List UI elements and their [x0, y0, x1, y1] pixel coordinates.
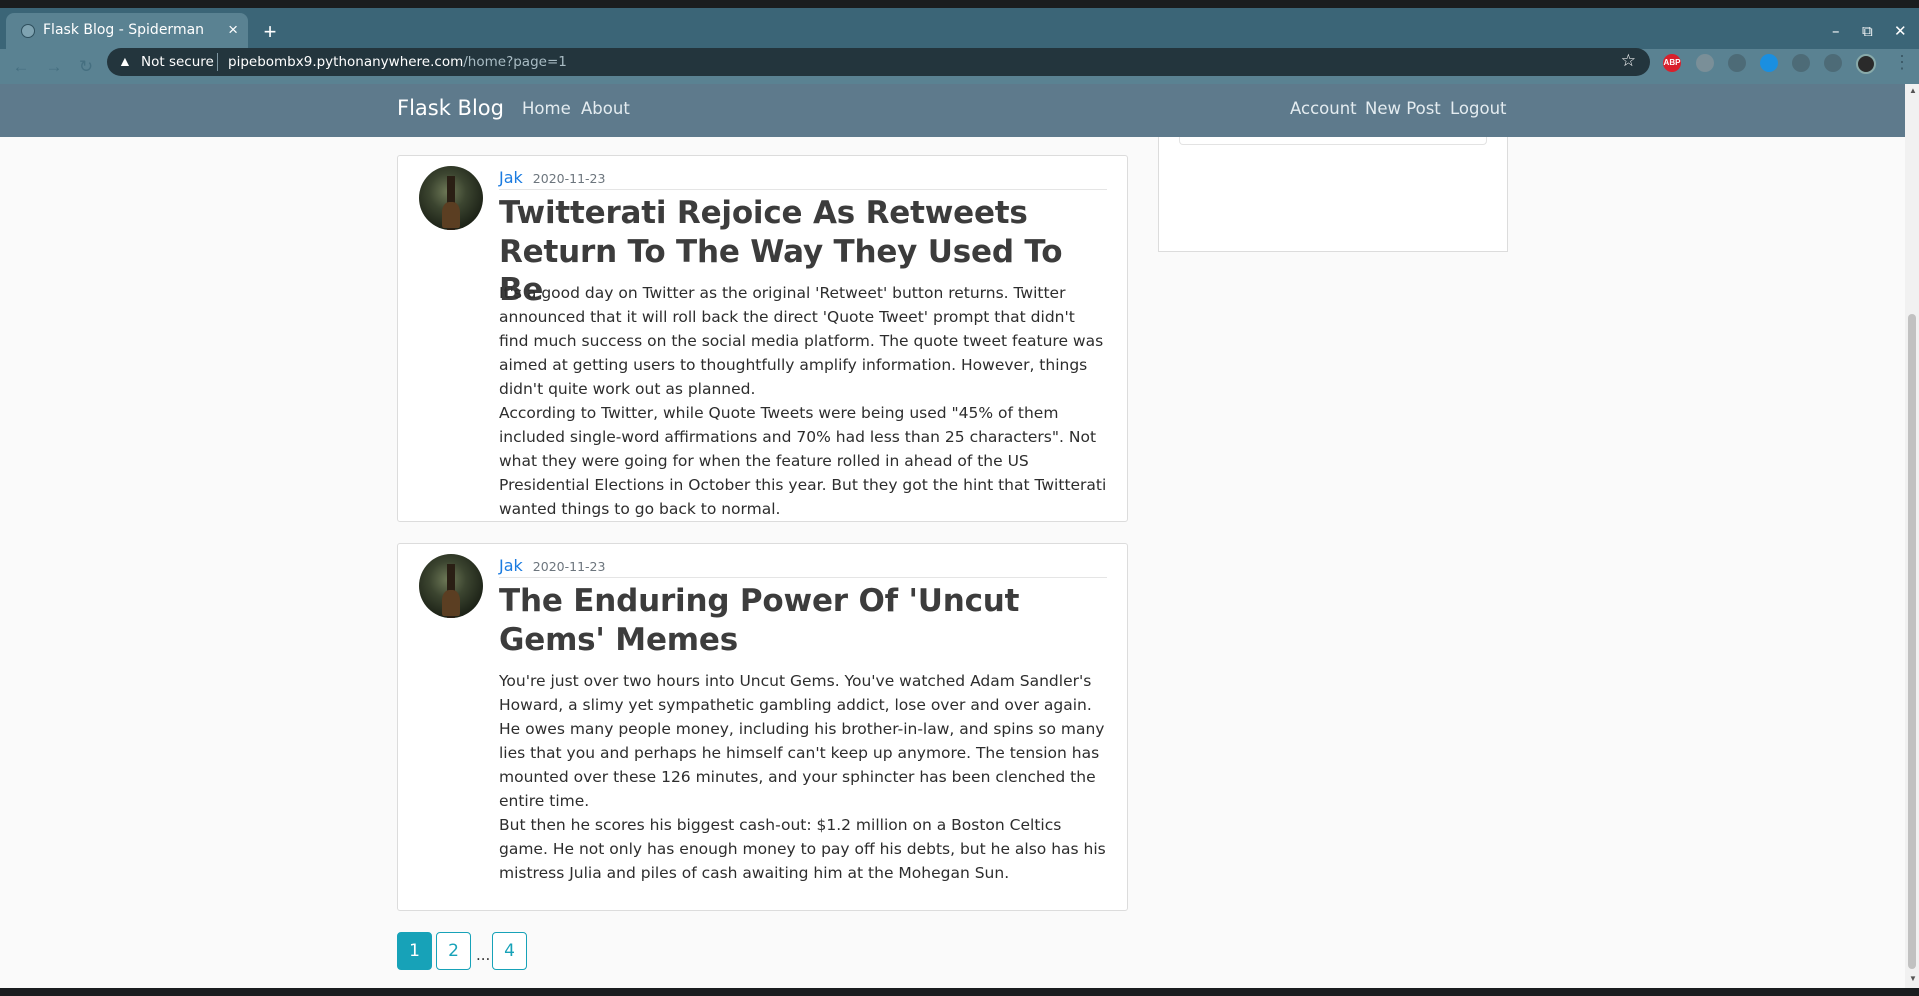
post-paragraph: You're just over two hours into Uncut Ge…	[499, 672, 1105, 810]
bottom-strip	[0, 988, 1919, 996]
new-tab-button[interactable]: +	[258, 21, 282, 45]
url-host: pipebombx9.pythonanywhere.com	[228, 54, 464, 70]
url-text[interactable]: pipebombx9.pythonanywhere.com/home?page=…	[228, 54, 567, 70]
profile-avatar[interactable]	[1856, 54, 1876, 74]
tab-title: Flask Blog - Spiderman	[43, 22, 205, 38]
tab-bar: Flask Blog - Spiderman × + – ⧉ ✕	[0, 8, 1919, 49]
url-path: /home?page=1	[463, 54, 567, 70]
sidebar-list-item	[1179, 137, 1487, 145]
post-card: Jak 2020-11-23 The Enduring Power Of 'Unc…	[397, 543, 1128, 911]
nav-home-link[interactable]: Home	[522, 99, 571, 118]
pagination-ellipsis: ...	[476, 946, 491, 964]
post-author-link[interactable]: Jak	[499, 556, 523, 575]
page-viewport: Flask Blog Home About Account New Post L…	[0, 84, 1919, 988]
post-paragraph: It's a good day on Twitter as the origin…	[499, 284, 1104, 398]
post-author-link[interactable]: Jak	[499, 168, 523, 187]
page-button-2[interactable]: 2	[436, 932, 471, 970]
page-button-1[interactable]: 1	[397, 932, 432, 970]
minimize-icon[interactable]: –	[1832, 22, 1840, 40]
scroll-up-icon[interactable]: ▲	[1909, 86, 1917, 95]
bookmark-star-icon[interactable]: ☆	[1621, 51, 1636, 71]
extension-list-icon[interactable]	[1824, 54, 1842, 72]
scroll-down-icon[interactable]: ▼	[1909, 974, 1917, 983]
globe-icon	[21, 24, 35, 38]
warning-icon: ▲	[118, 53, 132, 69]
avatar-figure	[442, 590, 460, 616]
tab-close-icon[interactable]: ×	[228, 20, 238, 40]
extension-cloud-icon[interactable]	[1696, 54, 1714, 72]
post-meta: Jak 2020-11-23	[499, 168, 1107, 190]
post-meta: Jak 2020-11-23	[499, 556, 1107, 578]
omnibox-divider	[217, 53, 218, 71]
post-date: 2020-11-23	[532, 559, 606, 574]
avatar-figure	[442, 202, 460, 228]
page-button-4[interactable]: 4	[492, 932, 527, 970]
menu-dots-icon[interactable]: ⋮	[1893, 52, 1911, 73]
nav-new-post-link[interactable]: New Post	[1365, 99, 1441, 118]
site-navbar: Flask Blog Home About Account New Post L…	[0, 84, 1905, 137]
browser-tab[interactable]: Flask Blog - Spiderman ×	[6, 13, 248, 49]
top-strip	[0, 0, 1919, 8]
reload-icon[interactable]: ↻	[75, 56, 97, 78]
post-date: 2020-11-23	[532, 171, 606, 186]
sidebar-card	[1158, 137, 1508, 252]
adblock-icon[interactable]: ABP	[1663, 54, 1681, 72]
nav-about-link[interactable]: About	[581, 99, 630, 118]
nav-account-link[interactable]: Account	[1290, 99, 1357, 118]
post-card: Jak 2020-11-23 Twitterati Rejoice As Retw…	[397, 155, 1128, 522]
back-arrow-icon[interactable]: ←	[10, 56, 32, 78]
page-scrollbar[interactable]: ▲ ▼	[1905, 84, 1919, 988]
site-brand[interactable]: Flask Blog	[397, 96, 504, 120]
author-avatar	[419, 554, 483, 618]
extension-puzzle-icon[interactable]	[1792, 54, 1810, 72]
author-avatar	[419, 166, 483, 230]
post-title[interactable]: The Enduring Power Of 'Uncut Gems' Memes	[499, 582, 1099, 659]
forward-arrow-icon[interactable]: →	[43, 56, 65, 78]
post-paragraph: But then he scores his biggest cash-out:…	[499, 816, 1106, 882]
security-label[interactable]: Not secure	[141, 54, 214, 70]
extension-translate-icon[interactable]	[1728, 54, 1746, 72]
restore-icon[interactable]: ⧉	[1862, 22, 1873, 40]
nav-logout-link[interactable]: Logout	[1450, 99, 1507, 118]
scrollbar-thumb[interactable]	[1908, 314, 1916, 969]
address-bar[interactable]: ▲ Not secure pipebombx9.pythonanywhere.c…	[107, 48, 1650, 76]
extension-blue-icon[interactable]	[1760, 54, 1778, 72]
window-close-icon[interactable]: ✕	[1894, 22, 1907, 40]
post-paragraph: According to Twitter, while Quote Tweets…	[499, 404, 1107, 518]
